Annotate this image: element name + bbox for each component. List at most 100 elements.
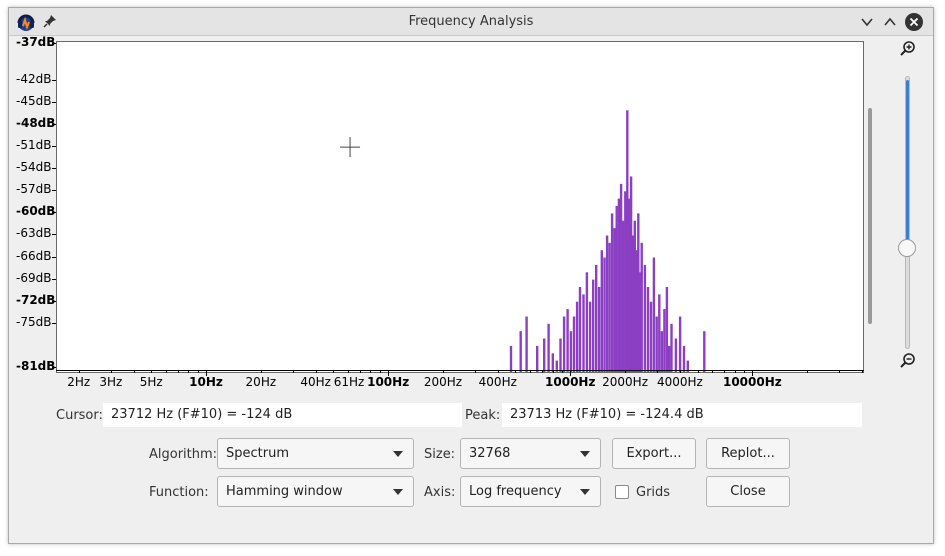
spectrum-bar bbox=[566, 309, 569, 372]
axis-label: Axis: bbox=[424, 485, 456, 500]
x-tick bbox=[260, 370, 262, 373]
spectrum-bar bbox=[547, 323, 550, 372]
x-tick bbox=[151, 370, 153, 373]
spectrum-bar bbox=[588, 301, 592, 372]
x-tick bbox=[442, 370, 444, 373]
export-button[interactable]: Export... bbox=[612, 438, 696, 469]
y-tick-label: -54dB bbox=[16, 160, 52, 175]
zoom-slider-fill bbox=[906, 80, 909, 250]
axis-select[interactable]: Log frequency bbox=[460, 476, 601, 507]
x-tick bbox=[78, 370, 80, 373]
spectrum-bar bbox=[643, 264, 647, 372]
peak-readout: 23713 Hz (F#10) = -124.4 dB bbox=[502, 403, 862, 427]
spectrum-bar bbox=[613, 228, 616, 372]
x-tick-label: 4000Hz bbox=[656, 375, 703, 389]
spectrum-bar bbox=[660, 331, 664, 372]
replot-button[interactable]: Replot... bbox=[706, 438, 790, 469]
function-label: Function: bbox=[149, 485, 209, 500]
zoom-slider-handle[interactable] bbox=[898, 239, 916, 257]
maximize-button[interactable] bbox=[880, 12, 900, 32]
x-tick-label: 20Hz bbox=[245, 375, 277, 389]
spectrum-bar bbox=[668, 345, 671, 372]
spectrum-bar bbox=[519, 331, 522, 372]
x-tick bbox=[333, 370, 335, 373]
chevron-down-icon bbox=[393, 489, 403, 495]
y-tick-label: -42dB bbox=[16, 71, 52, 86]
spectrum-bar bbox=[543, 338, 546, 372]
spectrum-bar bbox=[595, 264, 598, 372]
grids-checkbox[interactable] bbox=[615, 485, 629, 499]
spectrum-bar bbox=[575, 301, 579, 372]
x-tick bbox=[862, 370, 863, 373]
x-tick bbox=[744, 370, 746, 373]
spectrum-bar bbox=[640, 242, 643, 372]
x-tick bbox=[542, 370, 544, 373]
x-tick bbox=[388, 370, 390, 376]
plot-scrollbar-thumb[interactable] bbox=[868, 108, 872, 324]
x-tick-label: 2000Hz bbox=[602, 375, 648, 389]
y-tick-label: -51dB bbox=[16, 138, 52, 153]
zoom-in-icon[interactable] bbox=[899, 40, 917, 58]
spectrum-bar bbox=[600, 250, 603, 372]
x-tick bbox=[110, 370, 112, 373]
spectrum-bar bbox=[670, 323, 673, 372]
grids-label[interactable]: Grids bbox=[636, 485, 670, 500]
y-tick-label: -75dB bbox=[16, 314, 52, 329]
y-tick-label: -72dB bbox=[16, 292, 56, 307]
y-tick-label: -60dB bbox=[16, 204, 56, 219]
x-tick bbox=[379, 370, 381, 373]
spectrum-bar bbox=[622, 220, 625, 372]
algorithm-value: Spectrum bbox=[226, 446, 289, 461]
function-select[interactable]: Hamming window bbox=[217, 476, 414, 507]
x-tick bbox=[515, 370, 517, 373]
x-tick bbox=[133, 370, 135, 373]
close-window-button[interactable] bbox=[904, 12, 924, 32]
algorithm-select[interactable]: Spectrum bbox=[217, 438, 414, 469]
close-button[interactable]: Close bbox=[706, 476, 790, 507]
crosshair-cursor bbox=[340, 137, 361, 158]
x-tick bbox=[552, 370, 554, 373]
chevron-up-icon bbox=[884, 17, 896, 26]
x-tick bbox=[807, 370, 809, 373]
spectrum-bar bbox=[525, 316, 528, 372]
titlebar: Frequency Analysis bbox=[9, 8, 933, 36]
spectrum-plot[interactable] bbox=[56, 41, 864, 373]
spectrum-bar bbox=[658, 294, 661, 372]
spectrum-bar bbox=[569, 331, 573, 372]
spectrum-bar bbox=[674, 338, 678, 372]
spectrum-bar bbox=[663, 309, 666, 372]
spectrum-bar bbox=[617, 198, 621, 372]
x-tick bbox=[475, 370, 477, 373]
algorithm-label: Algorithm: bbox=[149, 447, 218, 462]
spectrum-bar bbox=[608, 242, 611, 372]
y-tick-label: -48dB bbox=[16, 116, 56, 130]
x-tick bbox=[370, 370, 372, 373]
x-tick bbox=[359, 370, 361, 373]
x-tick-label: 200Hz bbox=[423, 375, 463, 389]
spectrum-bar bbox=[559, 338, 562, 372]
x-tick bbox=[625, 370, 627, 373]
spectrum-bar bbox=[655, 316, 658, 372]
peak-label: Peak: bbox=[465, 408, 501, 423]
minimize-button[interactable] bbox=[857, 12, 877, 32]
size-select[interactable]: 32768 bbox=[460, 438, 601, 469]
x-tick-label: 5Hz bbox=[139, 375, 163, 389]
zoom-out-icon[interactable] bbox=[899, 352, 917, 370]
x-tick-label: 40Hz bbox=[300, 375, 331, 389]
x-tick bbox=[347, 370, 349, 373]
x-tick bbox=[315, 370, 317, 373]
spectrum-bar bbox=[665, 287, 669, 372]
x-tick bbox=[561, 370, 563, 373]
x-tick bbox=[711, 370, 713, 373]
x-tick-label: 1000Hz bbox=[545, 375, 596, 389]
axis-value: Log frequency bbox=[469, 484, 562, 499]
spectrum-bar bbox=[619, 183, 623, 372]
spectrum-bar bbox=[582, 294, 585, 372]
chevron-down-icon bbox=[861, 18, 873, 27]
spectrum-bar bbox=[678, 316, 682, 372]
x-tick bbox=[292, 370, 294, 373]
chevron-down-icon bbox=[580, 451, 590, 457]
x-tick bbox=[188, 370, 190, 373]
spectrum-bar bbox=[646, 287, 650, 372]
y-tick-label: -57dB bbox=[16, 182, 52, 197]
